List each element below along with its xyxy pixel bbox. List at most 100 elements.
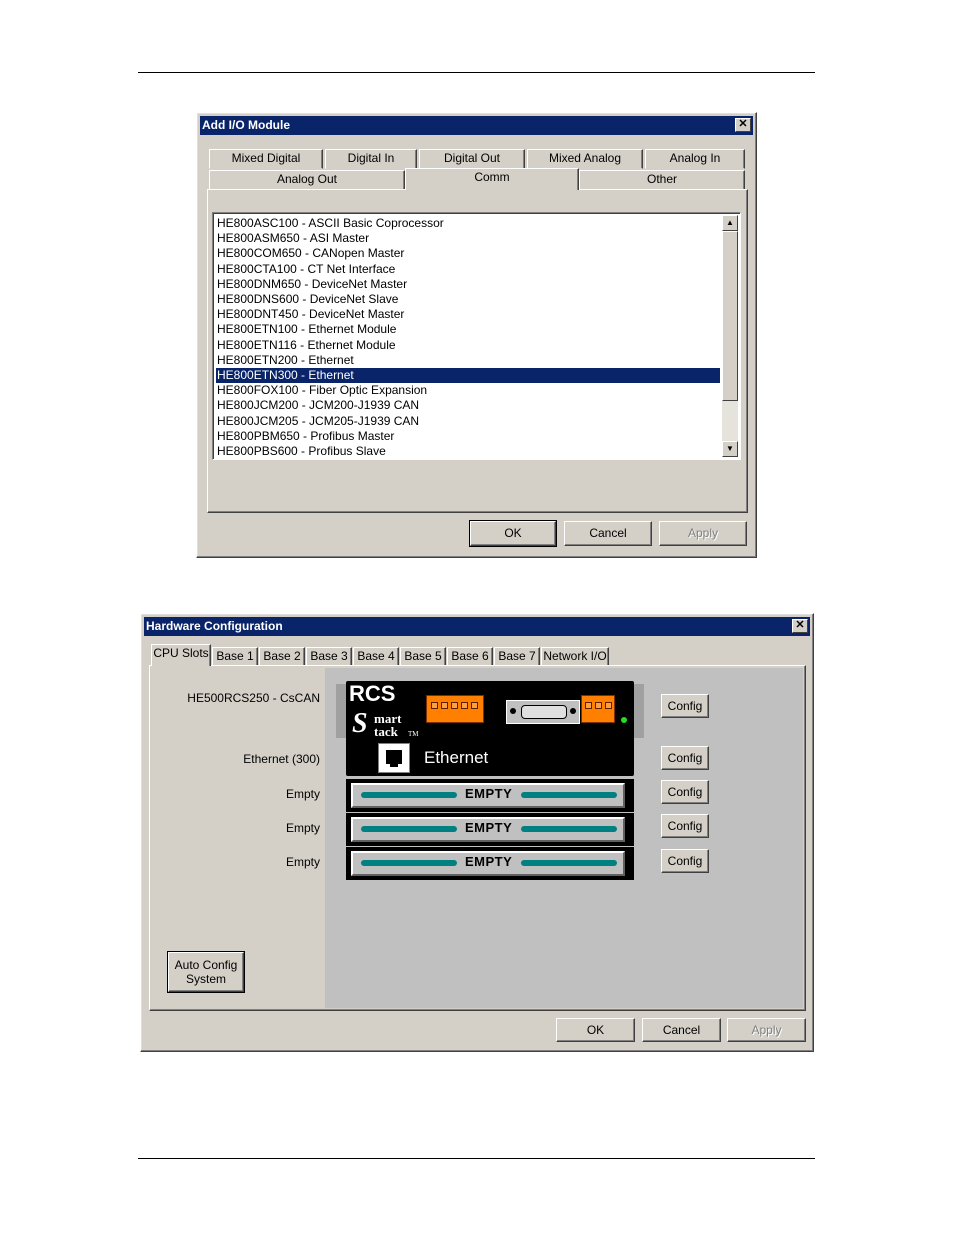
hw-tab-base-3[interactable]: Base 3 bbox=[306, 647, 352, 666]
hw-close-button[interactable]: ✕ bbox=[792, 619, 808, 633]
empty-slot-text: EMPTY bbox=[465, 854, 513, 869]
add-io-title-bar: Add I/O Module ✕ bbox=[200, 116, 753, 135]
config-button-slot-4[interactable]: Config bbox=[661, 849, 709, 873]
header-rule bbox=[138, 72, 815, 73]
empty-slot[interactable]: EMPTY bbox=[346, 847, 634, 880]
add-io-tab-panel: ▲ ▼ HE800ASC100 - ASCII Basic Coprocesso… bbox=[207, 189, 748, 513]
empty-slot-face: EMPTY bbox=[351, 817, 625, 842]
hw-tab-base-1[interactable]: Base 1 bbox=[212, 647, 258, 666]
module-list-item[interactable]: HE800ETN300 - Ethernet bbox=[216, 368, 720, 383]
config-button-slot-3[interactable]: Config bbox=[661, 814, 709, 838]
slot-bar-left bbox=[361, 860, 457, 866]
ethernet-module-label: Ethernet bbox=[424, 748, 489, 767]
hw-tab-network-i-o[interactable]: Network I/O bbox=[541, 647, 609, 666]
slot-bar-left bbox=[361, 826, 457, 832]
hw-tab-panel: HE500RCS250 - CsCAN Ethernet (300) Empty… bbox=[149, 665, 806, 1011]
add-io-cancel-button[interactable]: Cancel bbox=[564, 521, 652, 546]
rj45-port-icon bbox=[378, 743, 410, 773]
module-list-item[interactable]: HE800ETN116 - Ethernet Module bbox=[216, 338, 720, 353]
hw-ok-button[interactable]: OK bbox=[556, 1018, 635, 1042]
hw-tab-base-5[interactable]: Base 5 bbox=[400, 647, 446, 666]
add-io-module-dialog: Add I/O Module ✕ Mixed Digital Digital I… bbox=[196, 112, 757, 558]
module-list-item[interactable]: HE800CTA100 - CT Net Interface bbox=[216, 262, 720, 277]
hw-cancel-button[interactable]: Cancel bbox=[642, 1018, 721, 1042]
config-button-slot-2[interactable]: Config bbox=[661, 780, 709, 804]
smartstack-logo: S mart tack TM bbox=[350, 708, 430, 742]
module-list-item[interactable]: HE800COM650 - CANopen Master bbox=[216, 246, 720, 261]
slot-label-empty-1: Empty bbox=[285, 787, 320, 801]
slot-bar-right bbox=[521, 792, 617, 798]
footer-rule bbox=[138, 1158, 815, 1159]
hw-title: Hardware Configuration bbox=[146, 619, 283, 633]
slot-bar-left bbox=[361, 792, 457, 798]
module-list-item[interactable]: HE800FOX100 - Fiber Optic Expansion bbox=[216, 383, 720, 398]
tab-digital-out[interactable]: Digital Out bbox=[419, 149, 525, 169]
tab-mixed-analog[interactable]: Mixed Analog bbox=[527, 149, 643, 169]
tab-mixed-digital[interactable]: Mixed Digital bbox=[209, 149, 323, 169]
tab-other[interactable]: Other bbox=[579, 170, 745, 190]
hw-apply-button[interactable]: Apply bbox=[727, 1018, 806, 1042]
empty-slot-text: EMPTY bbox=[465, 786, 513, 801]
add-io-ok-button[interactable]: OK bbox=[469, 520, 557, 547]
logo-s: S bbox=[352, 708, 368, 739]
empty-slot-face: EMPTY bbox=[351, 783, 625, 808]
tab-comm[interactable]: Comm bbox=[405, 168, 579, 190]
slot-label-empty-3: Empty bbox=[285, 855, 320, 869]
config-button-slot-1[interactable]: Config bbox=[661, 746, 709, 770]
auto-config-system-button[interactable]: Auto Config System bbox=[167, 951, 245, 993]
empty-slot-text: EMPTY bbox=[465, 820, 513, 835]
slot-label-empty-2: Empty bbox=[285, 821, 320, 835]
slot-label-ethernet: Ethernet (300) bbox=[243, 752, 320, 766]
module-list-item[interactable]: HE800DNM650 - DeviceNet Master bbox=[216, 277, 720, 292]
close-icon: ✕ bbox=[738, 118, 748, 130]
module-list-item[interactable]: HE800JCM205 - JCM205-J1939 CAN bbox=[216, 414, 720, 429]
cpu-brand: RCS bbox=[349, 681, 396, 706]
module-list-item[interactable]: HE800ETN200 - Ethernet bbox=[216, 353, 720, 368]
terminal-block-icon bbox=[426, 695, 484, 723]
hw-tab-base-6[interactable]: Base 6 bbox=[447, 647, 493, 666]
hardware-configuration-dialog: Hardware Configuration ✕ CPU Slots Base 1… bbox=[140, 613, 814, 1052]
arrow-up-icon: ▲ bbox=[726, 218, 734, 227]
module-list-scrollbar[interactable]: ▲ ▼ bbox=[722, 215, 738, 457]
scroll-down-button[interactable]: ▼ bbox=[722, 441, 738, 457]
config-button-slot-0[interactable]: Config bbox=[661, 694, 709, 718]
module-list[interactable]: ▲ ▼ HE800ASC100 - ASCII Basic Coprocesso… bbox=[212, 212, 741, 460]
logo-line2: tack bbox=[374, 724, 398, 739]
module-list-item[interactable]: HE800JCM200 - JCM200-J1939 CAN bbox=[216, 398, 720, 413]
slot-bar-right bbox=[521, 860, 617, 866]
slot-label-cpu: HE500RCS250 - CsCAN bbox=[187, 691, 320, 705]
status-led-icon bbox=[621, 717, 627, 723]
hw-tab-base-7[interactable]: Base 7 bbox=[494, 647, 540, 666]
add-io-title: Add I/O Module bbox=[202, 118, 290, 132]
empty-slot[interactable]: EMPTY bbox=[346, 779, 634, 812]
logo-tm: TM bbox=[408, 730, 419, 738]
hw-title-bar: Hardware Configuration ✕ bbox=[144, 617, 810, 636]
hw-tab-base-4[interactable]: Base 4 bbox=[353, 647, 399, 666]
module-list-item[interactable]: HE800PBM650 - Profibus Master bbox=[216, 429, 720, 444]
module-list-item[interactable]: HE800PBS600 - Profibus Slave bbox=[216, 444, 720, 459]
terminal-block-small-icon bbox=[581, 695, 615, 723]
module-list-item[interactable]: HE800ETN100 - Ethernet Module bbox=[216, 322, 720, 337]
hw-tab-base-2[interactable]: Base 2 bbox=[259, 647, 305, 666]
tab-analog-out[interactable]: Analog Out bbox=[209, 170, 405, 190]
empty-slot-face: EMPTY bbox=[351, 851, 625, 876]
arrow-down-icon: ▼ bbox=[726, 444, 734, 453]
add-io-close-button[interactable]: ✕ bbox=[735, 118, 751, 132]
scroll-thumb[interactable] bbox=[722, 231, 738, 401]
module-list-item[interactable]: HE800ASC100 - ASCII Basic Coprocessor bbox=[216, 216, 720, 231]
module-list-item[interactable]: HE800DNT450 - DeviceNet Master bbox=[216, 307, 720, 322]
cpu-module[interactable]: RCS S mart tack TM Ethernet bbox=[346, 681, 634, 776]
tab-digital-in[interactable]: Digital In bbox=[325, 149, 417, 169]
add-io-apply-button[interactable]: Apply bbox=[659, 521, 747, 546]
module-list-item[interactable]: HE800ASM650 - ASI Master bbox=[216, 231, 720, 246]
rack-rail-right bbox=[634, 684, 644, 738]
tab-analog-in[interactable]: Analog In bbox=[645, 149, 745, 169]
rack-rail-left bbox=[336, 684, 346, 738]
module-list-item[interactable]: HE800DNS600 - DeviceNet Slave bbox=[216, 292, 720, 307]
serial-port-icon bbox=[506, 700, 580, 724]
close-icon: ✕ bbox=[795, 619, 805, 631]
empty-slot[interactable]: EMPTY bbox=[346, 813, 634, 846]
slot-bar-right bbox=[521, 826, 617, 832]
scroll-up-button[interactable]: ▲ bbox=[722, 215, 738, 231]
hw-tab-cpu-slots[interactable]: CPU Slots bbox=[151, 644, 211, 666]
